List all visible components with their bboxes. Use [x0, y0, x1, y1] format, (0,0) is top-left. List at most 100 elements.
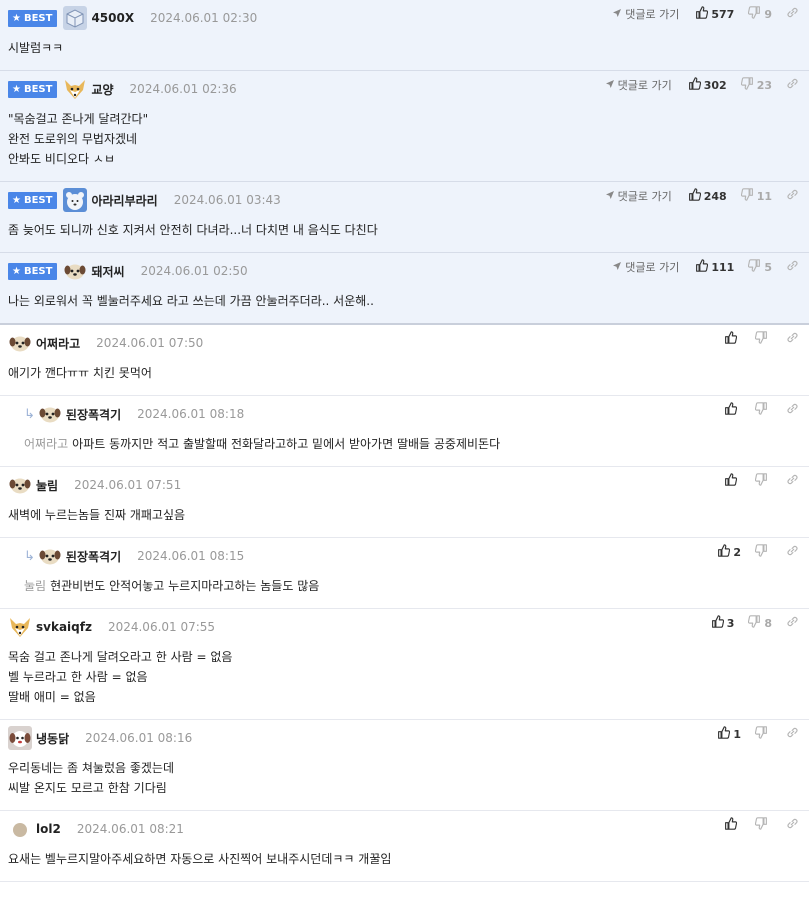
comment-header: svkaiqfz 2024.06.01 07:55	[0, 617, 809, 637]
share-link-button[interactable]	[786, 817, 799, 833]
link-icon	[786, 615, 799, 631]
thumbs-down-icon	[754, 402, 768, 418]
upvote-count: 1	[733, 727, 741, 741]
comment-text: 어쩌라고 아파트 동까지만 적고 출발할때 전화달라고하고 밑에서 받아가면 딸배…	[0, 424, 809, 466]
upvote-button[interactable]: 302	[688, 77, 735, 93]
thumbs-down-icon	[748, 615, 761, 631]
timestamp: 2024.06.01 02:36	[129, 82, 237, 96]
comment-body-text: 현관비번도 안적어놓고 누르지마라고하는 놈들도 많음	[50, 579, 320, 593]
comment-actions: 댓글로 가기 248 11	[605, 188, 799, 204]
nickname[interactable]: 냉동닭	[36, 730, 69, 747]
upvote-button[interactable]: 577	[695, 6, 742, 22]
comment-body-text: 시발럼ㅋㅋ	[8, 41, 64, 55]
upvote-button[interactable]: 2	[717, 544, 749, 560]
best-badge: ★ BEST	[8, 9, 58, 27]
comment-body-text: 애기가 깬다ㅠㅠ 치킨 못먹어	[8, 366, 152, 380]
downvote-button[interactable]	[754, 331, 780, 347]
upvote-button[interactable]	[724, 817, 749, 833]
upvote-button[interactable]: 111	[695, 259, 742, 275]
nickname[interactable]: lol2	[36, 822, 61, 836]
timestamp: 2024.06.01 07:50	[96, 336, 204, 350]
share-link-button[interactable]	[786, 402, 799, 418]
puppy-avatar[interactable]	[8, 726, 32, 750]
share-link-button[interactable]	[786, 6, 799, 22]
dot-avatar[interactable]	[8, 817, 32, 841]
dog-avatar[interactable]	[8, 473, 32, 497]
upvote-button[interactable]	[724, 331, 749, 347]
goto-comment-link[interactable]: 댓글로 가기	[612, 6, 679, 22]
mention-name[interactable]: 어쩌라고	[24, 437, 68, 451]
nickname[interactable]: 아라리부라리	[91, 192, 157, 209]
timestamp: 2024.06.01 08:18	[137, 407, 245, 421]
upvote-button[interactable]: 248	[688, 188, 735, 204]
share-link-button[interactable]	[786, 726, 799, 742]
link-icon	[786, 402, 799, 418]
thumbs-down-icon	[740, 188, 754, 204]
star-icon: ★	[12, 83, 21, 95]
nickname[interactable]: 4500X	[91, 11, 134, 25]
reply-arrow-icon: ↳	[24, 548, 35, 564]
fox-avatar[interactable]	[8, 615, 32, 639]
timestamp: 2024.06.01 08:21	[76, 822, 184, 836]
share-link-button[interactable]	[786, 544, 799, 560]
upvote-button[interactable]	[724, 402, 749, 418]
share-link-button[interactable]	[786, 188, 799, 204]
comment-header: ↳ 된장폭격기 2024.06.01 08:15	[0, 546, 809, 566]
upvote-button[interactable]	[724, 473, 749, 489]
mention-name[interactable]: 눌림	[24, 579, 46, 593]
goto-comment-link[interactable]: 댓글로 가기	[612, 259, 679, 275]
dog-avatar[interactable]	[38, 544, 62, 568]
dog-avatar[interactable]	[8, 331, 32, 355]
downvote-button[interactable]	[754, 726, 780, 742]
goto-comment-link[interactable]: 댓글로 가기	[605, 77, 672, 93]
dog-avatar[interactable]	[38, 402, 62, 426]
downvote-button[interactable]: 11	[740, 188, 780, 204]
downvote-button[interactable]	[754, 402, 780, 418]
best-label: BEST	[23, 194, 53, 206]
thumbs-down-icon	[740, 77, 754, 93]
nickname[interactable]: 교양	[91, 81, 113, 98]
upvote-button[interactable]: 1	[717, 726, 749, 742]
share-link-button[interactable]	[786, 331, 799, 347]
share-link-button[interactable]	[786, 473, 799, 489]
downvote-button[interactable]	[754, 473, 780, 489]
link-icon	[786, 259, 799, 275]
downvote-button[interactable]: 8	[748, 615, 780, 631]
fox-avatar[interactable]	[63, 77, 87, 101]
best-comment: ★ BEST 4500X 2024.06.01 02:30 댓글로 가기 577 9 시발럼ㅋ…	[0, 0, 809, 71]
link-icon	[786, 331, 799, 347]
downvote-button[interactable]: 5	[748, 259, 780, 275]
link-icon	[786, 188, 799, 204]
nickname[interactable]: 눌림	[36, 477, 58, 494]
goto-comment-link[interactable]: 댓글로 가기	[605, 188, 672, 204]
thumbs-down-icon	[748, 259, 761, 275]
star-icon: ★	[12, 12, 21, 24]
share-link-button[interactable]	[786, 77, 799, 93]
upvote-count: 111	[711, 260, 735, 274]
timestamp: 2024.06.01 07:51	[74, 478, 182, 492]
best-badge: ★ BEST	[8, 262, 58, 280]
nickname[interactable]: 어쩌라고	[36, 335, 80, 352]
comment-body-text: 새벽에 누르는놈들 진짜 개패고싶음	[8, 508, 186, 522]
link-icon	[786, 6, 799, 22]
bear-avatar[interactable]	[63, 188, 88, 212]
thumbs-up-icon	[695, 259, 709, 275]
thumbs-up-icon	[711, 615, 724, 631]
send-arrow-icon	[612, 8, 625, 21]
dog-avatar[interactable]	[63, 259, 87, 283]
downvote-button[interactable]	[754, 817, 780, 833]
share-link-button[interactable]	[786, 259, 799, 275]
nickname[interactable]: svkaiqfz	[36, 620, 92, 634]
comment-actions	[724, 817, 799, 833]
upvote-button[interactable]: 3	[711, 615, 743, 631]
nickname[interactable]: 돼저씨	[91, 263, 124, 280]
nickname[interactable]: 된장폭격기	[66, 548, 121, 565]
downvote-button[interactable]: 23	[740, 77, 780, 93]
nickname[interactable]: 된장폭격기	[66, 406, 121, 423]
share-link-button[interactable]	[786, 615, 799, 631]
link-icon	[786, 544, 799, 560]
cube-avatar[interactable]	[63, 6, 88, 30]
downvote-button[interactable]	[754, 544, 780, 560]
best-badge: ★ BEST	[8, 191, 58, 209]
downvote-button[interactable]: 9	[748, 6, 780, 22]
